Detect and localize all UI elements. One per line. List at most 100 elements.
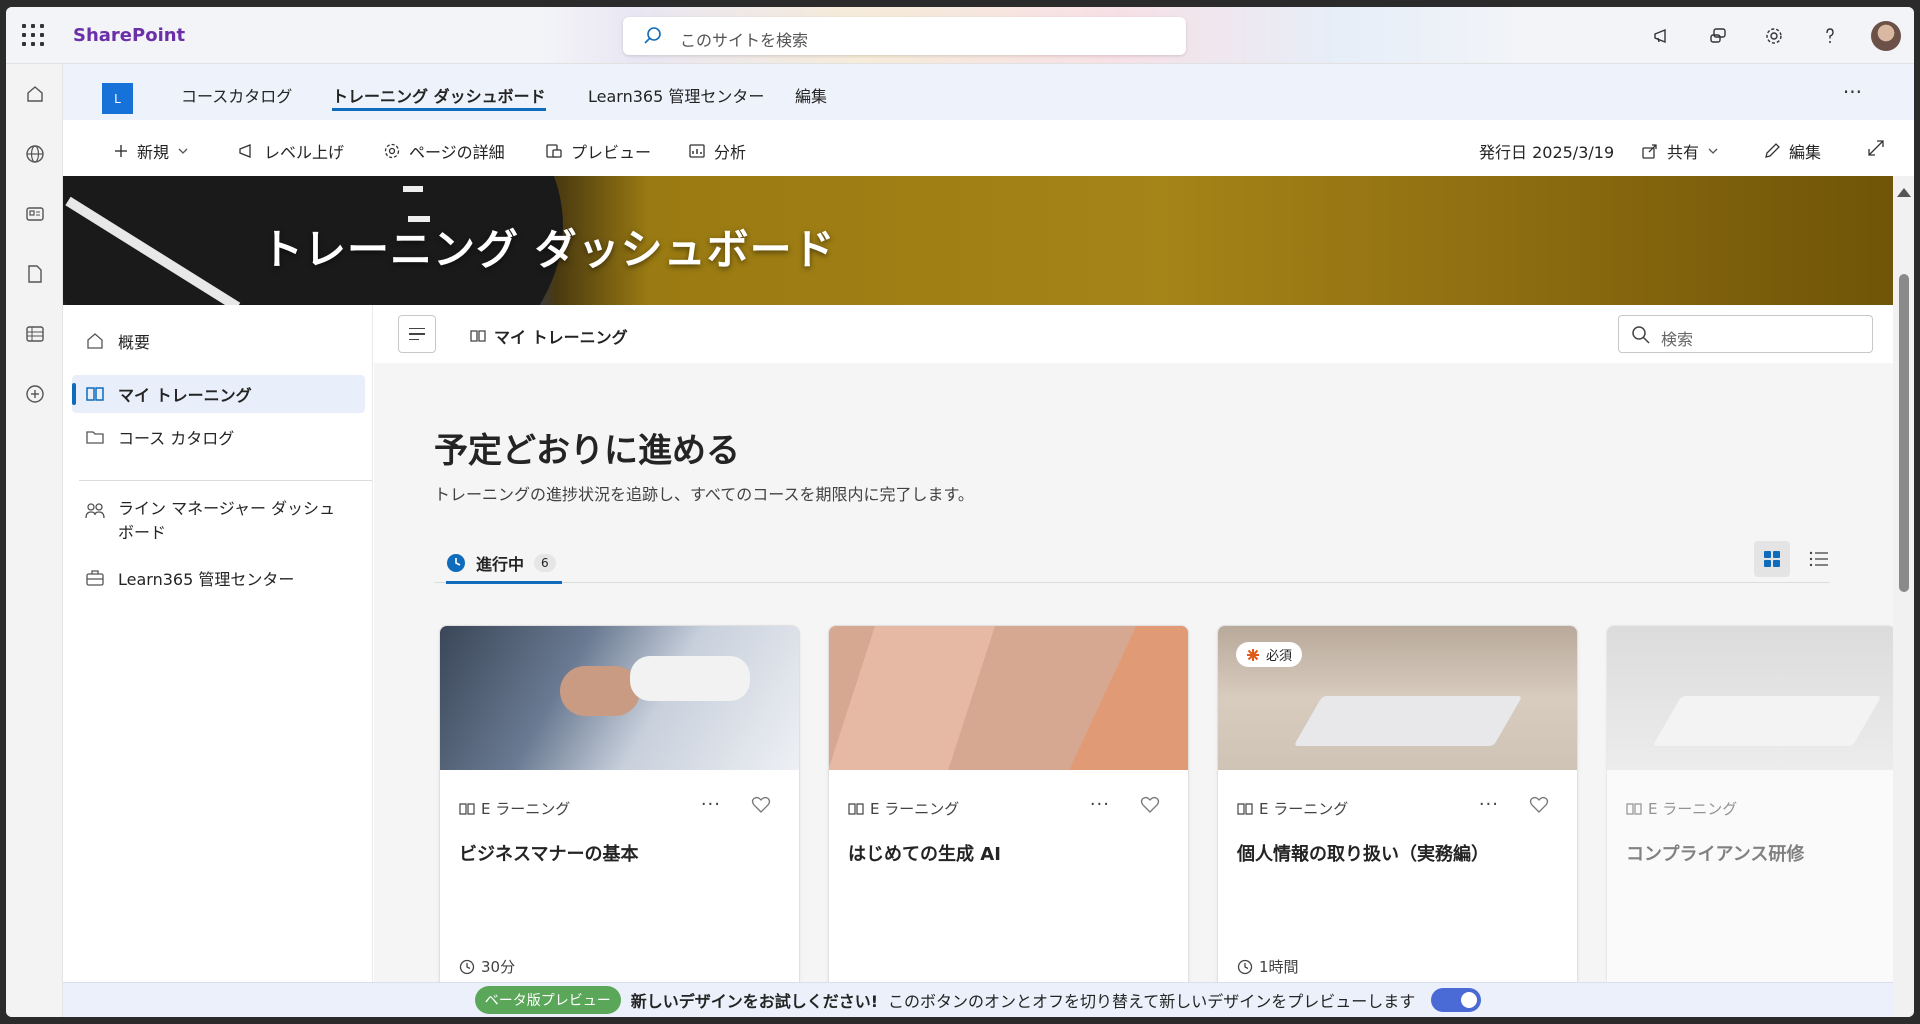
preview-label: プレビュー xyxy=(571,143,652,162)
sidebar-item-label: Learn365 管理センター xyxy=(118,570,295,589)
course-title[interactable]: 個人情報の取り扱い（実務編） xyxy=(1237,840,1489,866)
course-type-label: E ラーニング xyxy=(870,800,960,818)
nav-tab-edit[interactable]: 編集 xyxy=(795,83,827,111)
grid-view-button[interactable] xyxy=(1754,541,1790,577)
expand-icon[interactable] xyxy=(1867,139,1885,157)
edit-label: 編集 xyxy=(1789,143,1822,162)
book-icon xyxy=(1626,802,1642,815)
gear-icon xyxy=(384,143,400,159)
search-icon xyxy=(643,26,663,50)
nav-tab-course-catalog[interactable]: コースカタログ xyxy=(181,83,292,111)
clock-icon xyxy=(1237,959,1253,974)
chevron-down-icon xyxy=(1708,148,1718,154)
nav-tab-learn365-admin[interactable]: Learn365 管理センター xyxy=(588,83,764,111)
scroll-up-arrow-icon[interactable] xyxy=(1897,188,1911,197)
page-details-button[interactable]: ページの詳細 xyxy=(383,139,505,163)
analytics-button[interactable]: 分析 xyxy=(688,139,746,163)
course-image-laptop xyxy=(1607,626,1893,770)
chevron-down-icon xyxy=(178,148,188,154)
sidebar-item-overview[interactable]: 概要 xyxy=(72,322,365,360)
book-icon xyxy=(72,384,118,404)
more-options-icon[interactable]: ··· xyxy=(701,794,721,815)
course-title[interactable]: はじめての生成 AI xyxy=(848,840,1001,866)
course-card[interactable]: E ラーニング コンプライアンス研修 xyxy=(1606,625,1893,982)
course-title[interactable]: ビジネスマナーの基本 xyxy=(459,840,638,866)
add-circle-icon[interactable] xyxy=(6,364,63,424)
site-logo[interactable]: L xyxy=(102,83,133,114)
chart-icon xyxy=(689,144,705,158)
course-type: E ラーニング xyxy=(848,798,959,819)
favorite-heart-icon[interactable] xyxy=(1140,796,1160,818)
share-icon xyxy=(1642,144,1657,159)
sidebar-item-learn365-admin[interactable]: Learn365 管理センター xyxy=(72,559,365,597)
count-badge: 6 xyxy=(534,554,556,572)
command-bar: 新規 レベル上げ ページの詳細 プレビュー 分析 発行日 2025/3/19 共… xyxy=(63,120,1914,176)
training-sidebar: 概要 マイ トレーニング コース カタログ ライン マネージャー ダッシュボード… xyxy=(63,305,373,982)
status-tabs: 進行中 6 xyxy=(434,541,1830,584)
course-card[interactable]: 必須 E ラーニング ··· 個人情報の取り扱い（実務編） 1時間 xyxy=(1217,625,1578,982)
edit-button[interactable]: 編集 xyxy=(1763,139,1821,163)
chat-icon[interactable] xyxy=(1690,7,1746,64)
sidebar-item-line-manager[interactable]: ライン マネージャー ダッシュボード xyxy=(72,497,365,555)
favorite-heart-icon[interactable] xyxy=(751,796,771,818)
nav-tab-training-dashboard[interactable]: トレーニング ダッシュボード xyxy=(332,83,546,111)
preview-button[interactable]: プレビュー xyxy=(545,139,651,163)
help-icon[interactable] xyxy=(1802,7,1858,64)
user-avatar[interactable] xyxy=(1858,7,1914,64)
globe-icon[interactable] xyxy=(6,124,63,184)
more-options-icon[interactable]: ··· xyxy=(1479,794,1499,815)
course-type: E ラーニング xyxy=(459,798,570,819)
list-icon xyxy=(1809,551,1828,567)
news-icon[interactable] xyxy=(6,184,63,244)
abstract-shape xyxy=(1061,626,1188,770)
course-title[interactable]: コンプライアンス研修 xyxy=(1626,840,1804,866)
more-options-icon[interactable]: ··· xyxy=(1090,794,1110,815)
course-type-label: E ラーニング xyxy=(1648,800,1738,818)
course-duration: 30分 xyxy=(459,956,515,977)
page-details-label: ページの詳細 xyxy=(409,143,505,162)
favorite-heart-icon[interactable] xyxy=(1529,796,1549,818)
app-launcher-icon[interactable] xyxy=(22,24,44,46)
sidebar-item-course-catalog[interactable]: コース カタログ xyxy=(72,418,365,456)
book-icon xyxy=(470,330,486,342)
share-button[interactable]: 共有 xyxy=(1641,139,1719,163)
megaphone-icon xyxy=(239,144,251,158)
new-design-toggle[interactable] xyxy=(1431,988,1482,1012)
more-options-icon[interactable]: ··· xyxy=(1843,80,1862,104)
beta-preview-bar: ベータ版プレビュー 新しいデザインをお試しください! このボタンのオンとオフを切… xyxy=(63,982,1893,1017)
menu-toggle-button[interactable] xyxy=(398,315,436,353)
browser-window: SharePoint このサイトを検索 L コースカタログ トレーニング ダッシ… xyxy=(6,7,1914,1017)
tab-label: 進行中 xyxy=(476,555,525,574)
tab-in-progress[interactable]: 進行中 6 xyxy=(446,545,562,584)
avatar-image xyxy=(1871,20,1901,51)
plus-icon xyxy=(115,145,127,157)
brand-name[interactable]: SharePoint xyxy=(73,25,185,46)
new-button[interactable]: 新規 xyxy=(113,139,189,163)
search-icon xyxy=(1631,325,1651,349)
course-card[interactable]: E ラーニング ··· はじめての生成 AI xyxy=(828,625,1189,982)
vertical-scrollbar[interactable] xyxy=(1893,176,1914,1017)
scrollbar-thumb[interactable] xyxy=(1899,274,1909,592)
page-title: トレーニング ダッシュボード xyxy=(261,225,836,274)
site-search-input[interactable]: このサイトを検索 xyxy=(623,17,1186,55)
laptop-shape xyxy=(1652,696,1882,746)
book-icon xyxy=(848,802,864,815)
home-icon xyxy=(72,331,118,351)
new-button-label: 新規 xyxy=(137,143,170,162)
beta-pill: ベータ版プレビュー xyxy=(474,986,621,1014)
megaphone-icon[interactable] xyxy=(1634,7,1690,64)
list-icon[interactable] xyxy=(6,304,63,364)
duration-label: 1時間 xyxy=(1259,958,1299,976)
gear-icon[interactable] xyxy=(1746,7,1802,64)
document-icon[interactable] xyxy=(6,244,63,304)
home-icon[interactable] xyxy=(6,64,63,124)
page-banner: トレーニング ダッシュボード xyxy=(63,176,1893,305)
promote-button[interactable]: レベル上げ xyxy=(238,139,344,163)
sidebar-item-my-training[interactable]: マイ トレーニング xyxy=(72,375,365,413)
laptop-shape xyxy=(1293,696,1523,746)
sidebar-item-label: 概要 xyxy=(118,333,151,352)
section-heading: 予定どおりに進める xyxy=(434,431,740,471)
course-card[interactable]: E ラーニング ··· ビジネスマナーの基本 30分 xyxy=(439,625,800,982)
list-view-button[interactable] xyxy=(1801,541,1837,577)
training-search-input[interactable]: 検索 xyxy=(1618,315,1873,353)
